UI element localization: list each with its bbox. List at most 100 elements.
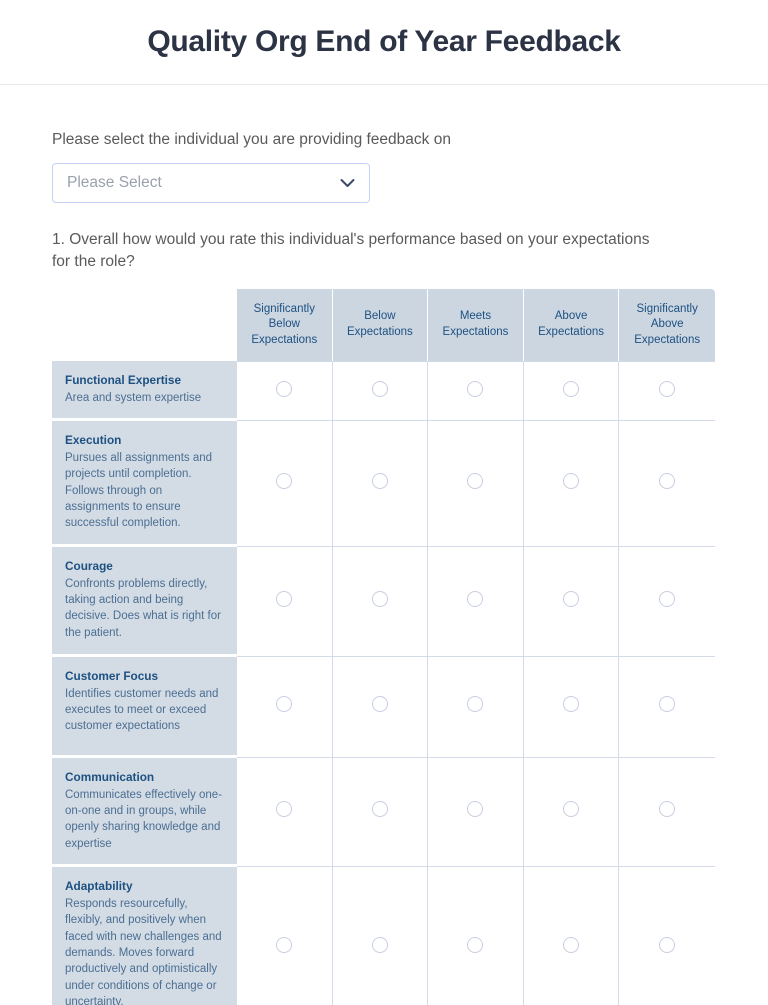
matrix-corner-cell xyxy=(52,288,237,361)
page-header: Quality Org End of Year Feedback xyxy=(0,0,768,85)
matrix-row-description: Responds resourcefully, flexibly, and po… xyxy=(65,897,222,1005)
matrix-option-cell[interactable] xyxy=(428,546,524,657)
matrix-row-description: Confronts problems directly, taking acti… xyxy=(65,577,221,639)
radio-button[interactable] xyxy=(371,696,388,713)
matrix-option-cell[interactable] xyxy=(237,546,333,657)
radio-button[interactable] xyxy=(563,590,580,607)
radio-button[interactable] xyxy=(276,590,293,607)
radio-button[interactable] xyxy=(276,472,293,489)
matrix-row-description: Pursues all assignments and projects unt… xyxy=(65,452,213,530)
matrix-option-cell[interactable] xyxy=(619,421,715,547)
radio-button[interactable] xyxy=(467,590,484,607)
matrix-row-description: Identifies customer needs and executes t… xyxy=(65,687,219,733)
radio-button[interactable] xyxy=(563,936,580,953)
matrix-row-title: Execution xyxy=(65,433,122,448)
matrix-column-header: Below Expectations xyxy=(332,288,429,361)
matrix-row-title: Communication xyxy=(65,769,155,784)
matrix-option-cell[interactable] xyxy=(428,757,524,867)
matrix-option-cell[interactable] xyxy=(523,421,620,547)
radio-button[interactable] xyxy=(659,590,676,607)
matrix-option-cell[interactable] xyxy=(619,757,715,867)
radio-button[interactable] xyxy=(276,696,293,713)
form-body: Please select the individual you are pro… xyxy=(0,130,768,1005)
radio-button[interactable] xyxy=(563,380,580,397)
radio-button[interactable] xyxy=(371,472,388,489)
matrix-option-cell[interactable] xyxy=(332,360,429,422)
radio-button[interactable] xyxy=(659,696,676,713)
matrix-option-cell[interactable] xyxy=(619,656,715,758)
radio-button[interactable] xyxy=(467,801,484,818)
matrix-option-cell[interactable] xyxy=(332,866,429,1005)
matrix-row-label: Functional Expertise Area and system exp… xyxy=(52,360,237,422)
matrix-option-cell[interactable] xyxy=(237,421,333,547)
table-row: Functional Expertise Area and system exp… xyxy=(52,360,715,422)
matrix-column-header: Above Expectations xyxy=(523,288,620,361)
matrix-row-description: Area and system expertise xyxy=(65,391,202,404)
matrix-header: Significantly Below Expectations Below E… xyxy=(52,288,715,361)
page-title: Quality Org End of Year Feedback xyxy=(147,25,621,58)
radio-button[interactable] xyxy=(371,380,388,397)
matrix-row-label: Customer Focus Identifies customer needs… xyxy=(52,656,237,758)
radio-button[interactable] xyxy=(563,801,580,818)
matrix-option-cell[interactable] xyxy=(332,546,429,657)
matrix-option-cell[interactable] xyxy=(332,656,429,758)
matrix-option-cell[interactable] xyxy=(523,546,620,657)
radio-button[interactable] xyxy=(276,380,293,397)
radio-button[interactable] xyxy=(276,936,293,953)
table-row: Execution Pursues all assignments and pr… xyxy=(52,421,715,547)
matrix-column-header: Meets Expectations xyxy=(428,288,524,361)
table-row: Communication Communicates effectively o… xyxy=(52,757,715,867)
matrix-option-cell[interactable] xyxy=(523,656,620,758)
matrix-option-cell[interactable] xyxy=(428,360,524,422)
matrix-option-cell[interactable] xyxy=(523,757,620,867)
matrix-option-cell[interactable] xyxy=(237,360,333,422)
table-row: Adaptability Responds resourcefully, fle… xyxy=(52,866,715,1005)
matrix-option-cell[interactable] xyxy=(619,360,715,422)
matrix-option-cell[interactable] xyxy=(619,866,715,1005)
individual-select-label: Please select the individual you are pro… xyxy=(52,131,451,148)
table-row: Customer Focus Identifies customer needs… xyxy=(52,656,715,758)
radio-button[interactable] xyxy=(563,472,580,489)
radio-button[interactable] xyxy=(467,472,484,489)
radio-button[interactable] xyxy=(659,472,676,489)
matrix-table: Significantly Below Expectations Below E… xyxy=(52,288,715,1005)
individual-select[interactable]: Please Select xyxy=(52,163,370,204)
matrix-option-cell[interactable] xyxy=(523,360,620,422)
chevron-down-icon xyxy=(340,178,355,188)
radio-button[interactable] xyxy=(563,696,580,713)
matrix-option-cell[interactable] xyxy=(237,757,333,867)
matrix-row-title: Customer Focus xyxy=(65,668,159,683)
radio-button[interactable] xyxy=(467,696,484,713)
matrix-option-cell[interactable] xyxy=(237,656,333,758)
matrix-header-row: Significantly Below Expectations Below E… xyxy=(52,288,715,361)
matrix-body: Functional Expertise Area and system exp… xyxy=(52,360,715,1005)
radio-button[interactable] xyxy=(467,380,484,397)
matrix-row-title: Adaptability xyxy=(65,878,133,893)
question-1-text: 1. Overall how would you rate this indiv… xyxy=(52,231,650,270)
matrix-row-label: Adaptability Responds resourcefully, fle… xyxy=(52,866,237,1005)
radio-button[interactable] xyxy=(276,801,293,818)
matrix-row-label: Communication Communicates effectively o… xyxy=(52,757,237,867)
radio-button[interactable] xyxy=(371,590,388,607)
matrix-row-title: Functional Expertise xyxy=(65,372,182,387)
matrix-option-cell[interactable] xyxy=(332,757,429,867)
matrix-row-label: Execution Pursues all assignments and pr… xyxy=(52,421,237,547)
matrix-option-cell[interactable] xyxy=(619,546,715,657)
matrix-option-cell[interactable] xyxy=(428,866,524,1005)
radio-button[interactable] xyxy=(371,801,388,818)
question-1-matrix: Significantly Below Expectations Below E… xyxy=(52,288,715,1005)
matrix-option-cell[interactable] xyxy=(428,656,524,758)
matrix-option-cell[interactable] xyxy=(237,866,333,1005)
matrix-option-cell[interactable] xyxy=(332,421,429,547)
radio-button[interactable] xyxy=(659,380,676,397)
matrix-row-label: Courage Confronts problems directly, tak… xyxy=(52,546,237,657)
matrix-option-cell[interactable] xyxy=(428,421,524,547)
radio-button[interactable] xyxy=(659,936,676,953)
matrix-option-cell[interactable] xyxy=(523,866,620,1005)
matrix-row-description: Communicates effectively one-on-one and … xyxy=(65,788,223,850)
table-row: Courage Confronts problems directly, tak… xyxy=(52,546,715,657)
radio-button[interactable] xyxy=(371,936,388,953)
individual-select-value: Please Select xyxy=(67,174,162,192)
radio-button[interactable] xyxy=(659,801,676,818)
radio-button[interactable] xyxy=(467,936,484,953)
